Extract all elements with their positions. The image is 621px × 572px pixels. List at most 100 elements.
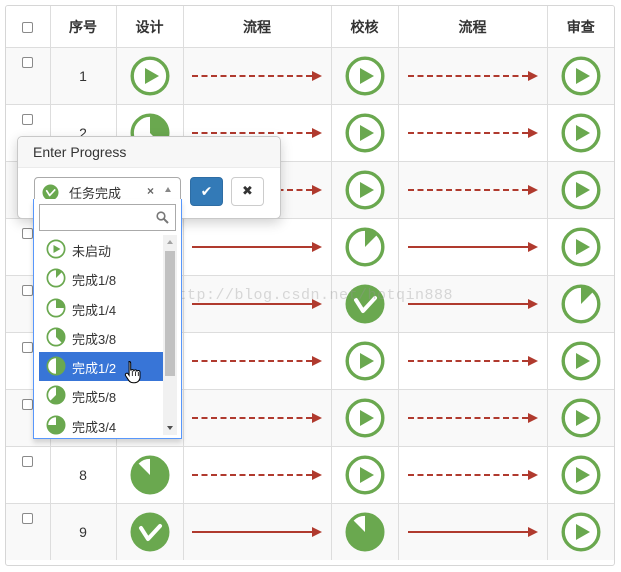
check-not-started-icon[interactable] xyxy=(345,56,385,96)
review-progress[interactable] xyxy=(546,47,614,105)
pending-arrow-icon xyxy=(407,185,538,195)
row-checkbox[interactable] xyxy=(22,456,34,467)
table-row[interactable]: 1 xyxy=(6,47,614,105)
row-checkbox[interactable] xyxy=(22,114,34,125)
review-not-started-icon[interactable] xyxy=(561,512,601,552)
scroll-down-icon[interactable] xyxy=(167,426,173,430)
table-row[interactable]: 8 xyxy=(6,446,614,504)
clear-selection-icon[interactable]: × xyxy=(147,184,154,198)
review-progress[interactable] xyxy=(546,503,614,560)
check-progress[interactable] xyxy=(330,389,399,447)
dropdown-search[interactable] xyxy=(39,204,176,231)
dropdown-option-label: 完成5/8 xyxy=(72,390,117,406)
design-progress[interactable] xyxy=(115,446,184,504)
option-partial-icon xyxy=(46,268,66,293)
check-progress[interactable] xyxy=(330,104,399,162)
flow-arrow-2 xyxy=(397,161,548,219)
review-not-started-icon[interactable] xyxy=(561,113,601,153)
review-progress[interactable] xyxy=(546,275,614,333)
flow-arrow-1 xyxy=(182,47,332,105)
review-not-started-icon[interactable] xyxy=(561,341,601,381)
check-partial-icon[interactable] xyxy=(345,227,385,267)
check-progress[interactable] xyxy=(330,275,399,333)
flow-arrow-2 xyxy=(397,446,548,504)
row-number: 8 xyxy=(49,446,117,504)
check-progress[interactable] xyxy=(330,503,399,560)
flow-arrow-2 xyxy=(397,275,548,333)
review-progress[interactable] xyxy=(546,161,614,219)
check-not-started-icon[interactable] xyxy=(345,113,385,153)
header-number: 序号 xyxy=(49,6,117,48)
check-progress[interactable] xyxy=(330,218,399,276)
design-progress[interactable] xyxy=(115,503,184,560)
check-not-started-icon[interactable] xyxy=(345,455,385,495)
check-partial-icon[interactable] xyxy=(345,512,385,552)
dropdown-option[interactable]: 完成1/8 xyxy=(39,264,163,293)
dropdown-search-input[interactable] xyxy=(44,206,158,231)
flow-arrow-2 xyxy=(397,218,548,276)
dropdown-option[interactable]: 完成1/4 xyxy=(39,294,163,323)
row-checkbox[interactable] xyxy=(22,228,34,239)
row-select-cell[interactable] xyxy=(6,446,51,504)
option-partial-icon xyxy=(46,298,66,323)
pending-arrow-icon xyxy=(192,413,322,423)
row-select-cell[interactable] xyxy=(6,503,51,560)
review-not-started-icon[interactable] xyxy=(561,455,601,495)
design-completed-icon[interactable] xyxy=(130,512,170,552)
dropdown-option-label: 完成3/8 xyxy=(72,331,117,347)
header-select-all[interactable] xyxy=(6,6,51,48)
review-not-started-icon[interactable] xyxy=(561,56,601,96)
review-progress[interactable] xyxy=(546,389,614,447)
review-partial-icon[interactable] xyxy=(561,284,601,324)
dropdown-option[interactable]: 完成1/2 xyxy=(39,352,163,382)
dropdown-option-label: 完成1/4 xyxy=(72,302,117,318)
flow-arrow-1 xyxy=(182,389,332,447)
scroll-up-icon[interactable] xyxy=(167,240,173,244)
review-not-started-icon[interactable] xyxy=(561,398,601,438)
review-not-started-icon[interactable] xyxy=(561,227,601,267)
table-row[interactable]: 9 xyxy=(6,503,614,560)
pending-arrow-icon xyxy=(407,71,538,81)
flow-arrow-2 xyxy=(397,389,548,447)
check-not-started-icon[interactable] xyxy=(345,341,385,381)
check-progress[interactable] xyxy=(330,332,399,390)
check-not-started-icon[interactable] xyxy=(345,170,385,210)
review-progress[interactable] xyxy=(546,332,614,390)
dropdown-option[interactable]: 完成5/8 xyxy=(39,381,163,410)
row-checkbox[interactable] xyxy=(22,513,34,524)
row-checkbox[interactable] xyxy=(22,399,34,410)
dropdown-option[interactable]: 完成3/4 xyxy=(39,411,163,435)
dropdown-option[interactable]: 完成3/8 xyxy=(39,323,163,352)
option-partial-icon xyxy=(46,415,66,435)
hand-cursor-icon xyxy=(124,360,141,384)
check-progress[interactable] xyxy=(330,446,399,504)
review-progress[interactable] xyxy=(546,218,614,276)
flow-arrow-1 xyxy=(182,218,332,276)
watermark: http://blog.csdn.net/hotqin888 xyxy=(168,287,454,304)
design-not-started-icon[interactable] xyxy=(130,56,170,96)
pending-arrow-icon xyxy=(407,128,538,138)
row-checkbox[interactable] xyxy=(22,285,34,296)
check-not-started-icon[interactable] xyxy=(345,398,385,438)
design-progress[interactable] xyxy=(115,47,184,105)
cancel-button[interactable]: ✖ xyxy=(231,177,264,206)
design-partial-icon[interactable] xyxy=(130,455,170,495)
select-all-checkbox[interactable] xyxy=(22,22,34,34)
row-checkbox[interactable] xyxy=(22,342,34,353)
row-checkbox[interactable] xyxy=(22,57,34,68)
dropdown-option[interactable]: 未启动 xyxy=(39,235,163,264)
option-not-started-icon xyxy=(46,239,66,264)
row-select-cell[interactable] xyxy=(6,47,51,105)
check-progress[interactable] xyxy=(330,161,399,219)
review-not-started-icon[interactable] xyxy=(561,170,601,210)
flow-arrow-1 xyxy=(182,503,332,560)
scrollbar-thumb[interactable] xyxy=(165,251,175,376)
check-progress[interactable] xyxy=(330,47,399,105)
dropdown-scrollbar[interactable] xyxy=(163,235,177,435)
caret-up-icon[interactable] xyxy=(165,187,171,192)
confirm-button[interactable]: ✔ xyxy=(190,177,223,206)
dropdown-option-label: 完成3/4 xyxy=(72,419,117,435)
review-progress[interactable] xyxy=(546,446,614,504)
flow-arrow-1 xyxy=(182,275,332,333)
review-progress[interactable] xyxy=(546,104,614,162)
